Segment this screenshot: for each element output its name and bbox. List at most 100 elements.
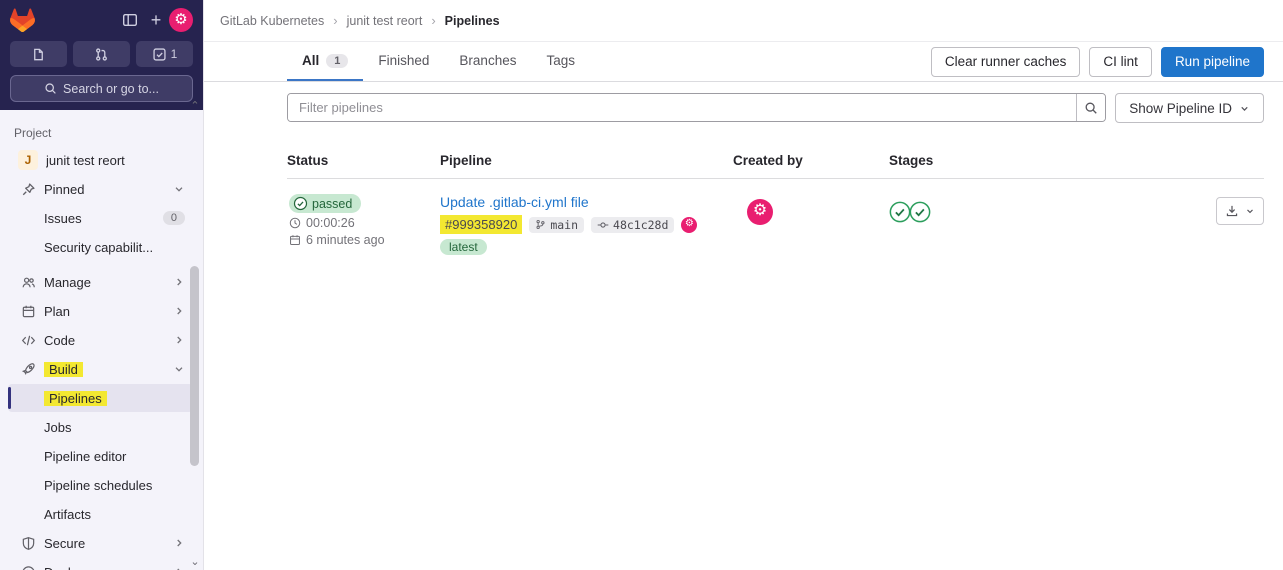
sidebar-item-deploy[interactable]: Deploy: [8, 558, 193, 570]
filter-search-button[interactable]: [1076, 94, 1106, 121]
chevron-down-icon: [1241, 106, 1248, 111]
latest-badge: latest: [440, 239, 487, 255]
highlight-build: Build: [44, 361, 83, 377]
status-cell: passed 00:00:26 6 minutes ago: [287, 194, 440, 247]
breadcrumb: GitLab Kubernetes › junit test reort › P…: [204, 0, 1283, 42]
column-status: Status: [287, 153, 329, 168]
sidebar-toggle-icon[interactable]: [117, 7, 143, 33]
pin-icon: [20, 181, 36, 197]
chevron-down-icon: [1247, 209, 1253, 214]
sidebar-item-pinned[interactable]: Pinned: [8, 175, 193, 203]
sidebar-item-project[interactable]: J junit test reort: [8, 146, 193, 174]
scroll-down-arrow[interactable]: ⌄: [188, 556, 202, 568]
search-or-go-to[interactable]: Search or go to...: [10, 75, 193, 102]
pipelines-table: Status Pipeline Created by Stages passed…: [287, 144, 1264, 271]
todo-count: 1: [170, 47, 178, 61]
breadcrumb-separator: ›: [333, 13, 338, 28]
sidebar-item-secure[interactable]: Secure: [8, 529, 193, 557]
status-badge-passed[interactable]: passed: [289, 194, 362, 213]
sidebar-item-pipelines[interactable]: Pipelines: [8, 384, 193, 412]
column-stages: Stages: [889, 153, 934, 168]
chevron-down-icon: [173, 183, 185, 195]
sidebar-item-artifacts[interactable]: Artifacts: [8, 500, 193, 528]
pipeline-id-highlighted[interactable]: #999358920: [440, 215, 523, 234]
code-icon: [20, 332, 36, 348]
chevron-right-icon: [173, 537, 185, 549]
clock-icon: [289, 217, 301, 229]
sidebar-item-jobs[interactable]: Jobs: [8, 413, 193, 441]
issues-count-badge: 0: [162, 211, 185, 225]
search-icon: [1085, 102, 1097, 114]
scrollbar-thumb[interactable]: [190, 266, 199, 466]
main-content: GitLab Kubernetes › junit test reort › P…: [204, 0, 1283, 570]
sidebar-header: + ⚙ 1 Search or go to...: [0, 0, 203, 110]
pipeline-title-link[interactable]: Update .gitlab-ci.yml file: [440, 194, 589, 210]
filter-pipelines-box: [287, 93, 1107, 122]
shield-icon: [20, 535, 36, 551]
project-avatar: J: [18, 150, 38, 170]
creator-avatar[interactable]: ⚙: [747, 199, 773, 225]
stage-passed-icon[interactable]: [909, 201, 931, 223]
tab-branches[interactable]: Branches: [444, 42, 531, 81]
committer-avatar[interactable]: ⚙: [681, 216, 698, 233]
rocket-icon: [20, 361, 36, 377]
user-avatar[interactable]: ⚙: [169, 8, 193, 32]
sidebar-scrollbar[interactable]: ⌃ ⌄: [188, 98, 202, 570]
sidebar-item-code[interactable]: Code: [8, 326, 193, 354]
gitlab-logo[interactable]: [10, 8, 35, 32]
tabs: All 1 Finished Branches Tags: [287, 42, 590, 81]
chevron-right-icon: [173, 566, 185, 570]
pipelines-tabs-row: All 1 Finished Branches Tags Clear runne…: [204, 42, 1283, 82]
breadcrumb-separator: ›: [431, 13, 436, 28]
breadcrumb-current-page: Pipelines: [444, 13, 500, 28]
sidebar: + ⚙ 1 Search or go to... Project J junit…: [0, 0, 204, 570]
stage-passed-icon[interactable]: [889, 201, 911, 223]
pipeline-cell: Update .gitlab-ci.yml file #999358920 ma…: [440, 194, 733, 255]
filter-row: Show Pipeline ID: [204, 82, 1283, 133]
sidebar-section-label: Project: [14, 126, 52, 140]
calendar-icon: [20, 303, 36, 319]
download-icon: [1226, 205, 1238, 217]
column-created-by: Created by: [733, 153, 803, 168]
ci-lint-button[interactable]: CI lint: [1089, 46, 1152, 77]
chevron-right-icon: [173, 276, 185, 288]
merge-requests-shortcut-button[interactable]: [73, 41, 130, 67]
sidebar-item-pipeline-schedules[interactable]: Pipeline schedules: [8, 471, 193, 499]
scroll-up-arrow[interactable]: ⌃: [188, 100, 202, 112]
commit-chip[interactable]: 48c1c28d: [591, 216, 675, 233]
breadcrumb-group[interactable]: GitLab Kubernetes: [220, 14, 324, 28]
issues-shortcut-button[interactable]: [10, 41, 67, 67]
tab-all[interactable]: All 1: [287, 42, 364, 81]
sidebar-nav: Project J junit test reort Pinned Issues…: [0, 110, 203, 570]
created-by-cell: ⚙: [733, 194, 889, 225]
chevron-down-icon: [173, 363, 185, 375]
branch-chip[interactable]: main: [529, 216, 585, 233]
highlight-pipelines: Pipelines: [44, 390, 107, 406]
sidebar-item-security-capabilities[interactable]: Security capabilit...: [8, 233, 193, 261]
search-icon: [45, 83, 56, 94]
table-header: Status Pipeline Created by Stages: [287, 144, 1264, 179]
chevron-right-icon: [173, 334, 185, 346]
create-new-icon[interactable]: +: [143, 7, 169, 33]
tab-tags[interactable]: Tags: [531, 42, 590, 81]
todos-shortcut-button[interactable]: 1: [136, 41, 193, 67]
stages-cell: [889, 194, 1168, 223]
sidebar-item-issues[interactable]: Issues 0: [8, 204, 193, 232]
clear-runner-caches-button[interactable]: Clear runner caches: [930, 46, 1081, 77]
issue-doc-icon: [34, 48, 43, 60]
pipeline-age: 6 minutes ago: [289, 233, 385, 247]
run-pipeline-button[interactable]: Run pipeline: [1160, 46, 1264, 77]
breadcrumb-project[interactable]: junit test reort: [347, 14, 423, 28]
sidebar-item-manage[interactable]: Manage: [8, 268, 193, 296]
tab-finished[interactable]: Finished: [363, 42, 444, 81]
sidebar-item-pipeline-editor[interactable]: Pipeline editor: [8, 442, 193, 470]
tab-all-count-badge: 1: [326, 53, 349, 68]
download-artifacts-button[interactable]: [1216, 197, 1264, 225]
column-pipeline: Pipeline: [440, 153, 492, 168]
show-pipeline-id-dropdown[interactable]: Show Pipeline ID: [1115, 93, 1264, 123]
filter-pipelines-input[interactable]: [288, 94, 1077, 121]
merge-request-icon: [96, 47, 107, 61]
todo-check-icon: [153, 47, 166, 61]
sidebar-item-build[interactable]: Build: [8, 355, 193, 383]
sidebar-item-plan[interactable]: Plan: [8, 297, 193, 325]
